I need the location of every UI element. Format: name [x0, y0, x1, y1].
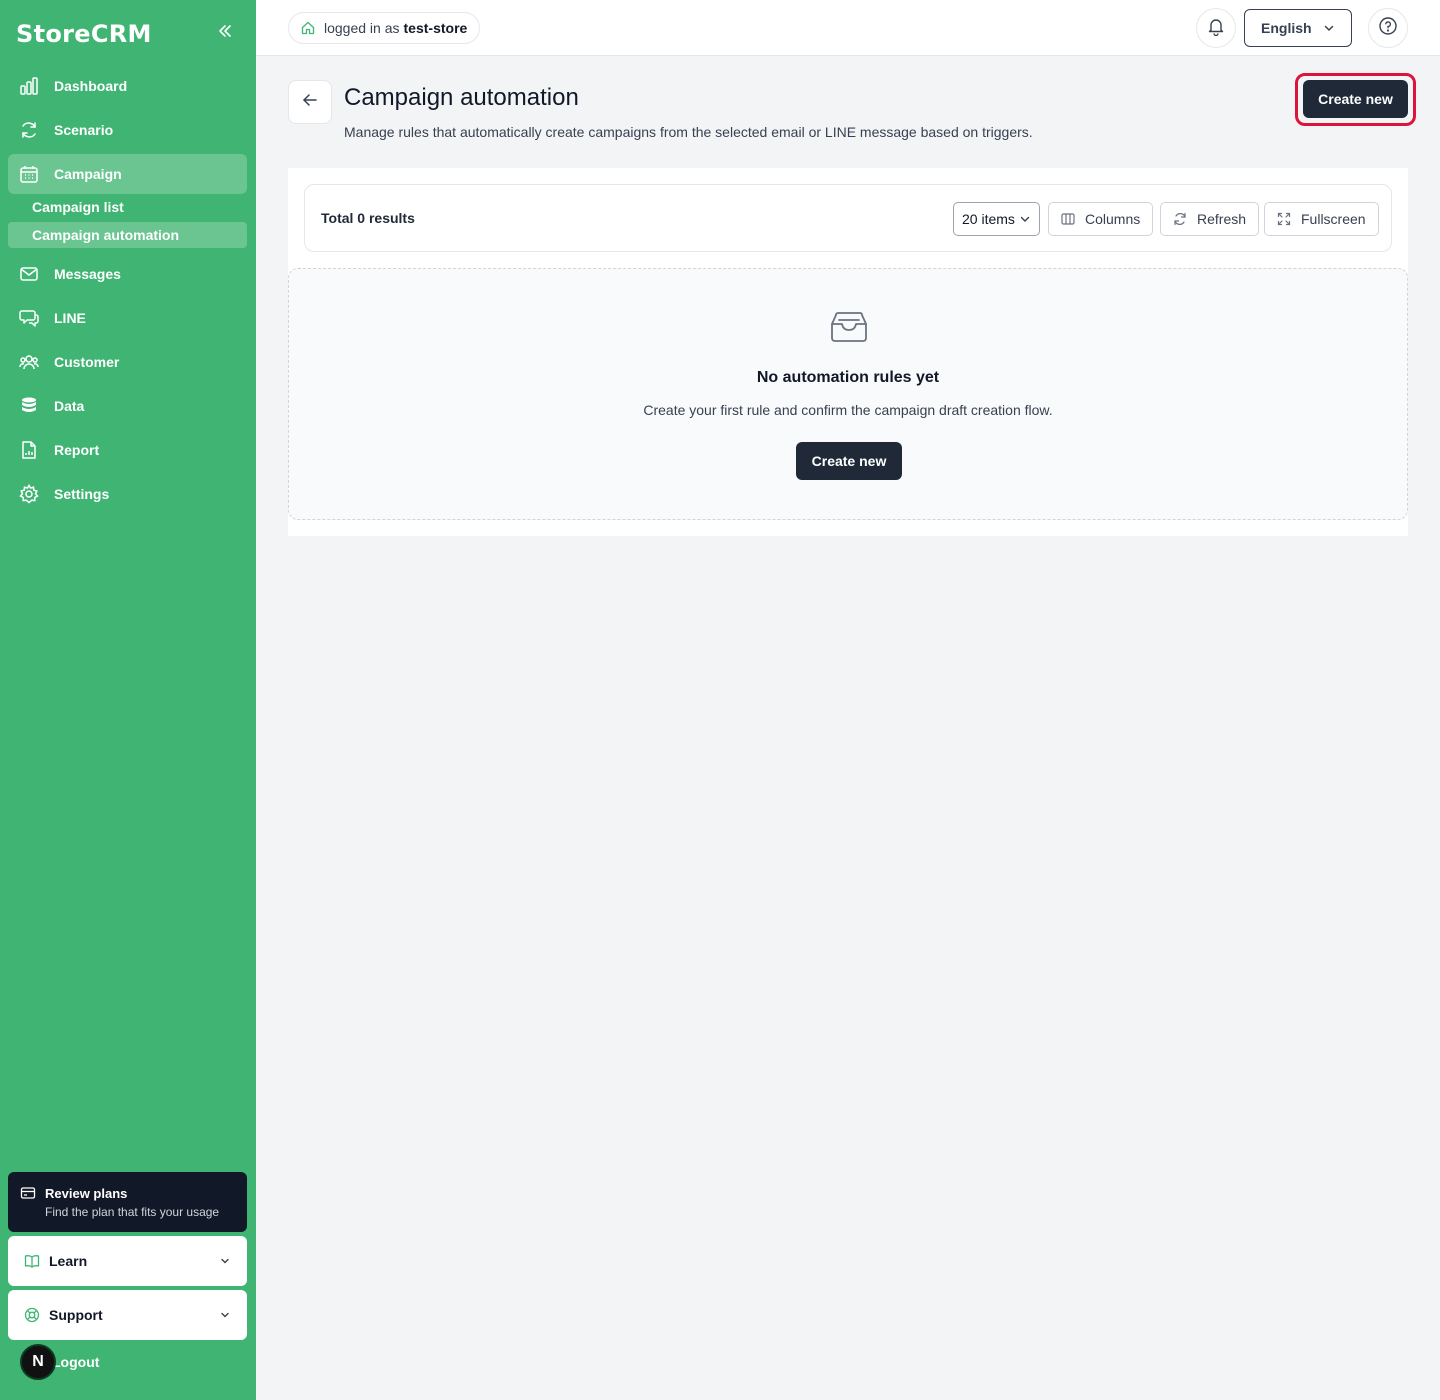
sidebar-subitem-campaign-automation[interactable]: Campaign automation	[8, 222, 247, 248]
double-chevron-left-icon	[217, 23, 233, 44]
top-bar: logged in as test-store English	[256, 0, 1440, 56]
sidebar-item-campaign[interactable]: Campaign	[8, 154, 247, 194]
sidebar-item-label: LINE	[54, 310, 86, 326]
refresh-label: Refresh	[1197, 211, 1247, 227]
gear-icon	[18, 483, 40, 505]
language-value: English	[1261, 20, 1312, 36]
calendar-icon	[18, 163, 40, 185]
empty-state-description: Create your first rule and confirm the c…	[643, 402, 1053, 418]
campaign-submenu: Campaign list Campaign automation	[8, 194, 247, 248]
sidebar-item-label: Dashboard	[54, 78, 128, 94]
credit-card-icon	[20, 1185, 36, 1201]
sidebar-item-label: Report	[54, 442, 100, 458]
logout-button[interactable]: N Logout	[20, 1344, 99, 1380]
sidebar-item-report[interactable]: Report	[8, 430, 247, 470]
page-size-value: 20 items	[962, 211, 1015, 227]
fullscreen-button[interactable]: Fullscreen	[1264, 202, 1379, 236]
sidebar-item-scenario[interactable]: Scenario	[8, 110, 247, 150]
logout-label: Logout	[52, 1354, 100, 1370]
sidebar-item-label: Settings	[54, 486, 110, 502]
sidebar-item-label: Campaign	[54, 166, 122, 182]
sidebar-item-label: Customer	[54, 354, 120, 370]
bar-chart-icon	[18, 75, 40, 97]
learn-accordion[interactable]: Learn	[8, 1236, 247, 1286]
refresh-cycle-icon	[18, 119, 40, 141]
columns-label: Columns	[1085, 211, 1141, 227]
book-open-icon	[24, 1253, 40, 1269]
support-accordion[interactable]: Support	[8, 1290, 247, 1340]
sidebar-item-label: Messages	[54, 266, 121, 282]
sidebar-item-line[interactable]: LINE	[8, 298, 247, 338]
columns-icon	[1061, 212, 1075, 226]
chevron-down-icon	[1019, 213, 1031, 225]
columns-button[interactable]: Columns	[1048, 202, 1154, 236]
review-plans-title-row: Review plans	[20, 1185, 235, 1201]
fullscreen-label: Fullscreen	[1301, 211, 1366, 227]
automation-list-card: Total 0 results 20 items Columns Refresh…	[288, 168, 1408, 536]
arrow-left-icon	[302, 92, 318, 113]
question-circle-icon	[1378, 16, 1398, 41]
empty-state: No automation rules yet Create your firs…	[288, 268, 1408, 520]
mail-icon	[18, 263, 40, 285]
sidebar-item-dashboard[interactable]: Dashboard	[8, 66, 247, 106]
review-plans-title: Review plans	[45, 1185, 128, 1201]
brand-logo: StoreCRM	[16, 20, 152, 48]
users-icon	[18, 351, 40, 373]
refresh-icon	[1173, 212, 1187, 226]
logged-in-indicator: logged in as test-store	[288, 12, 481, 44]
report-file-icon	[18, 439, 40, 461]
home-icon	[301, 21, 315, 35]
avatar[interactable]: N	[20, 1344, 56, 1380]
language-select[interactable]: English	[1244, 9, 1352, 47]
review-plans-desc: Find the plan that fits your usage	[45, 1205, 220, 1219]
sidebar-item-customer[interactable]: Customer	[8, 342, 247, 382]
bell-icon	[1206, 16, 1226, 41]
sidebar-item-data[interactable]: Data	[8, 386, 247, 426]
create-new-button[interactable]: Create new	[1303, 80, 1408, 118]
page-size-select[interactable]: 20 items	[953, 202, 1040, 236]
database-icon	[18, 395, 40, 417]
page-description: Manage rules that automatically create c…	[344, 124, 1033, 140]
page-title: Campaign automation	[344, 84, 579, 111]
learn-label: Learn	[49, 1253, 88, 1269]
collapse-sidebar-button[interactable]	[214, 22, 236, 44]
sidebar-nav: Dashboard Scenario Campaign Campaign lis…	[8, 66, 247, 518]
chevron-down-icon	[1323, 22, 1335, 34]
chevron-down-icon	[219, 1309, 231, 1321]
table-toolbar: Total 0 results 20 items Columns Refresh…	[304, 184, 1392, 252]
empty-state-title: No automation rules yet	[756, 369, 940, 386]
logged-in-prefix: logged in as	[324, 20, 400, 36]
chat-bubbles-icon	[18, 307, 40, 329]
lifebuoy-icon	[24, 1307, 40, 1323]
empty-create-new-button[interactable]: Create new	[796, 442, 902, 480]
fullscreen-icon	[1277, 212, 1291, 226]
sidebar-subitem-campaign-list[interactable]: Campaign list	[8, 194, 247, 220]
sidebar-item-settings[interactable]: Settings	[8, 474, 247, 514]
inbox-icon	[830, 311, 868, 343]
back-button[interactable]	[288, 80, 332, 124]
sidebar-item-messages[interactable]: Messages	[8, 254, 247, 294]
sidebar-item-label: Data	[54, 398, 85, 414]
store-name: test-store	[403, 20, 468, 36]
review-plans-card[interactable]: Review plans Find the plan that fits you…	[8, 1172, 247, 1232]
notifications-button[interactable]	[1196, 8, 1236, 48]
help-button[interactable]	[1368, 8, 1408, 48]
sidebar: StoreCRM Dashboard Scenario Campaign Cam…	[0, 0, 256, 1400]
sidebar-item-label: Scenario	[54, 122, 114, 138]
chevron-down-icon	[219, 1255, 231, 1267]
refresh-button[interactable]: Refresh	[1160, 202, 1260, 236]
support-label: Support	[49, 1307, 103, 1323]
total-results: Total 0 results	[321, 210, 415, 226]
